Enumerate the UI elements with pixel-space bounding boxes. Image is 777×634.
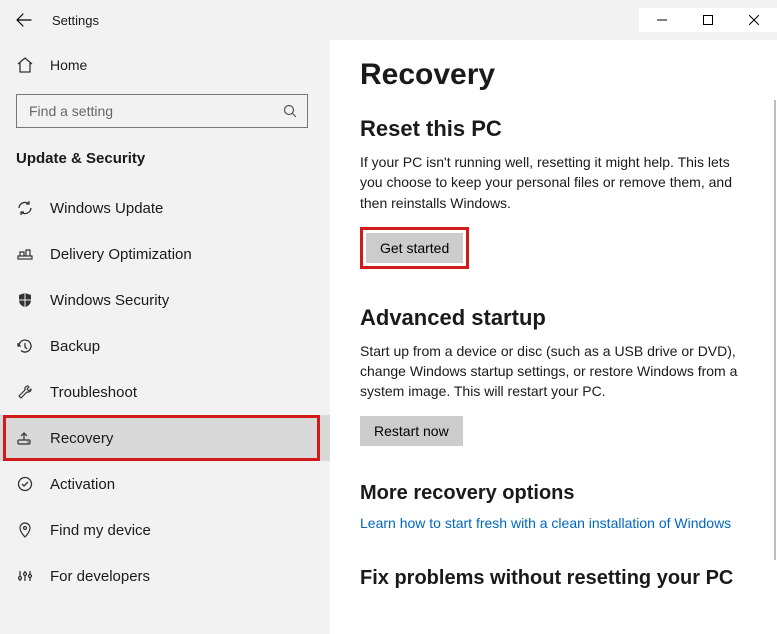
- wrench-icon: [16, 383, 34, 401]
- shield-icon: [16, 291, 34, 309]
- sidebar-item-recovery[interactable]: Recovery: [0, 415, 330, 461]
- refresh-icon: [16, 199, 34, 217]
- delivery-icon: [16, 245, 34, 263]
- section-fix-problems: Fix problems without resetting your PC: [360, 567, 747, 590]
- developers-icon: [16, 567, 34, 585]
- search-icon: [283, 104, 297, 118]
- window-title: Settings: [48, 13, 639, 28]
- sidebar-item-label: Activation: [50, 476, 115, 493]
- sidebar-item-activation[interactable]: Activation: [0, 461, 330, 507]
- get-started-button[interactable]: Get started: [366, 233, 463, 263]
- sidebar-item-label: Backup: [50, 338, 100, 355]
- home-icon: [16, 56, 34, 74]
- sidebar-item-delivery-optimization[interactable]: Delivery Optimization: [0, 231, 330, 277]
- learn-fresh-install-link[interactable]: Learn how to start fresh with a clean in…: [360, 515, 747, 531]
- section-advanced-startup: Advanced startup Start up from a device …: [360, 305, 747, 446]
- maximize-icon: [703, 15, 713, 25]
- location-icon: [16, 521, 34, 539]
- reset-body: If your PC isn't running well, resetting…: [360, 152, 747, 213]
- highlight-get-started: Get started: [360, 227, 469, 269]
- sidebar-item-backup[interactable]: Backup: [0, 323, 330, 369]
- sidebar-item-label: Troubleshoot: [50, 384, 137, 401]
- sidebar: Home Update & Security Windows Update De…: [0, 40, 330, 634]
- backup-icon: [16, 337, 34, 355]
- sidebar-home[interactable]: Home: [0, 44, 330, 86]
- page-title: Recovery: [360, 58, 747, 92]
- sidebar-item-label: Windows Update: [50, 200, 163, 217]
- sidebar-section-heading: Update & Security: [0, 142, 330, 185]
- section-more-recovery-options: More recovery options Learn how to start…: [360, 482, 747, 531]
- more-recovery-heading: More recovery options: [360, 482, 747, 505]
- close-icon: [749, 15, 759, 25]
- advanced-body: Start up from a device or disc (such as …: [360, 341, 747, 402]
- back-button[interactable]: [0, 0, 48, 40]
- search-input[interactable]: [27, 102, 283, 120]
- minimize-icon: [657, 15, 667, 25]
- sidebar-item-label: Windows Security: [50, 292, 169, 309]
- sidebar-item-windows-update[interactable]: Windows Update: [0, 185, 330, 231]
- sidebar-item-label: Recovery: [50, 430, 113, 447]
- reset-heading: Reset this PC: [360, 116, 747, 142]
- restart-now-button[interactable]: Restart now: [360, 416, 463, 446]
- main-pane: Recovery Reset this PC If your PC isn't …: [330, 40, 777, 634]
- sidebar-item-for-developers[interactable]: For developers: [0, 553, 330, 599]
- minimize-button[interactable]: [639, 0, 685, 32]
- caption-buttons: [639, 8, 777, 32]
- check-circle-icon: [16, 475, 34, 493]
- fix-problems-heading: Fix problems without resetting your PC: [360, 567, 747, 590]
- advanced-heading: Advanced startup: [360, 305, 747, 331]
- recovery-icon: [16, 429, 34, 447]
- sidebar-item-label: For developers: [50, 568, 150, 585]
- scrollbar[interactable]: [774, 100, 776, 560]
- section-reset-this-pc: Reset this PC If your PC isn't running w…: [360, 116, 747, 269]
- sidebar-item-troubleshoot[interactable]: Troubleshoot: [0, 369, 330, 415]
- search-box[interactable]: [16, 94, 308, 128]
- sidebar-item-label: Delivery Optimization: [50, 246, 192, 263]
- titlebar: Settings: [0, 0, 777, 40]
- maximize-button[interactable]: [685, 0, 731, 32]
- sidebar-home-label: Home: [50, 57, 87, 73]
- sidebar-item-find-my-device[interactable]: Find my device: [0, 507, 330, 553]
- close-button[interactable]: [731, 0, 777, 32]
- arrow-left-icon: [16, 12, 32, 28]
- sidebar-item-label: Find my device: [50, 522, 151, 539]
- sidebar-item-windows-security[interactable]: Windows Security: [0, 277, 330, 323]
